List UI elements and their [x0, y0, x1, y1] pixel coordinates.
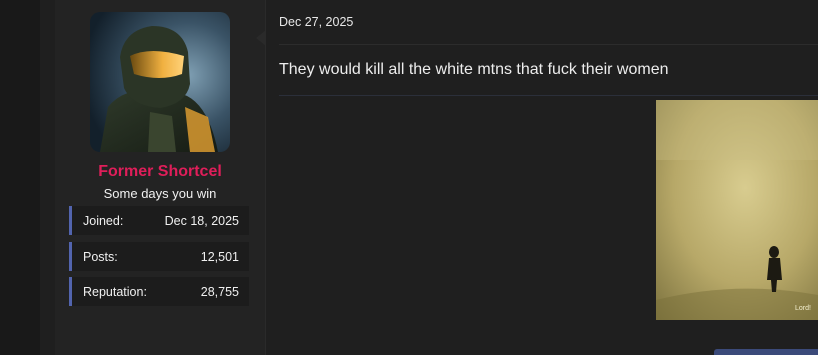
post-date[interactable]: Dec 27, 2025 — [279, 15, 353, 29]
user-title: Some days you win — [103, 186, 217, 201]
post-body-text: They would kill all the white mtns that … — [279, 61, 669, 78]
message-arrow — [256, 30, 266, 46]
avatar-image — [90, 12, 230, 152]
stat-posts: Posts: 12,501 — [69, 242, 249, 271]
post-attached-image[interactable]: Lord! — [656, 100, 818, 320]
header-divider — [279, 44, 818, 45]
stat-label: Reputation: — [83, 284, 147, 299]
stat-value: Dec 18, 2025 — [164, 213, 239, 228]
gif-image: Lord! — [656, 100, 818, 320]
user-info-column: Former Shortcel Some days you win Joined… — [55, 0, 265, 355]
stat-value: 12,501 — [200, 249, 239, 264]
body-divider — [279, 95, 818, 96]
reply-button[interactable] — [714, 349, 818, 355]
image-watermark: Lord! — [795, 305, 811, 312]
avatar[interactable] — [90, 12, 230, 152]
stat-label: Posts: — [83, 249, 118, 264]
stat-value: 28,755 — [200, 284, 239, 299]
left-gutter — [0, 0, 40, 355]
stat-joined: Joined: Dec 18, 2025 — [69, 206, 249, 235]
column-divider — [265, 0, 266, 355]
stat-label: Joined: — [83, 213, 124, 228]
stat-reputation: Reputation: 28,755 — [69, 277, 249, 306]
username[interactable]: Former Shortcel — [55, 163, 265, 181]
